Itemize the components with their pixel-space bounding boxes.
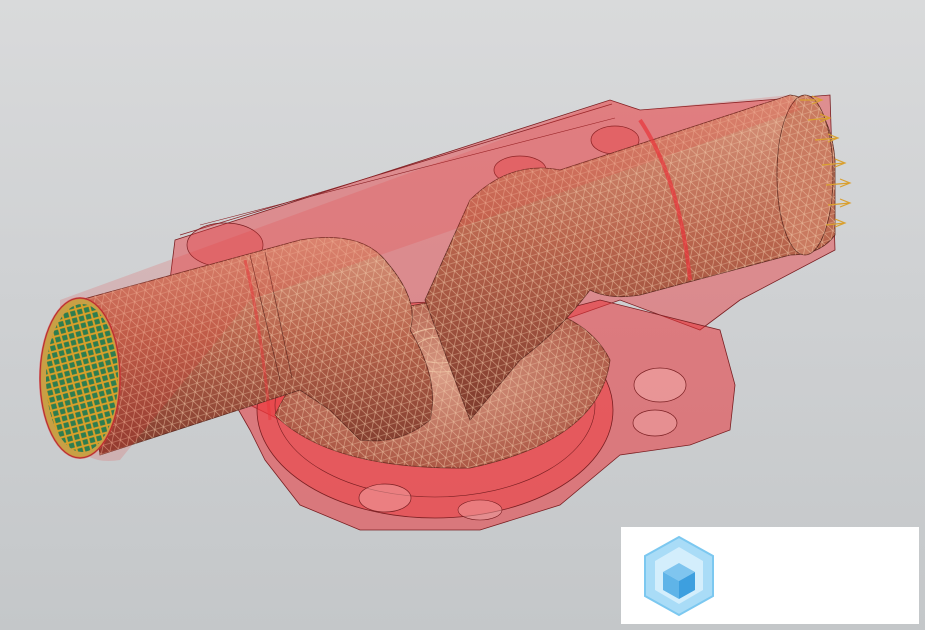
graphics-viewport[interactable]	[0, 0, 925, 630]
pipe-end-face	[39, 297, 121, 459]
cube-logo-icon	[644, 535, 714, 617]
logo-panel	[621, 527, 919, 624]
